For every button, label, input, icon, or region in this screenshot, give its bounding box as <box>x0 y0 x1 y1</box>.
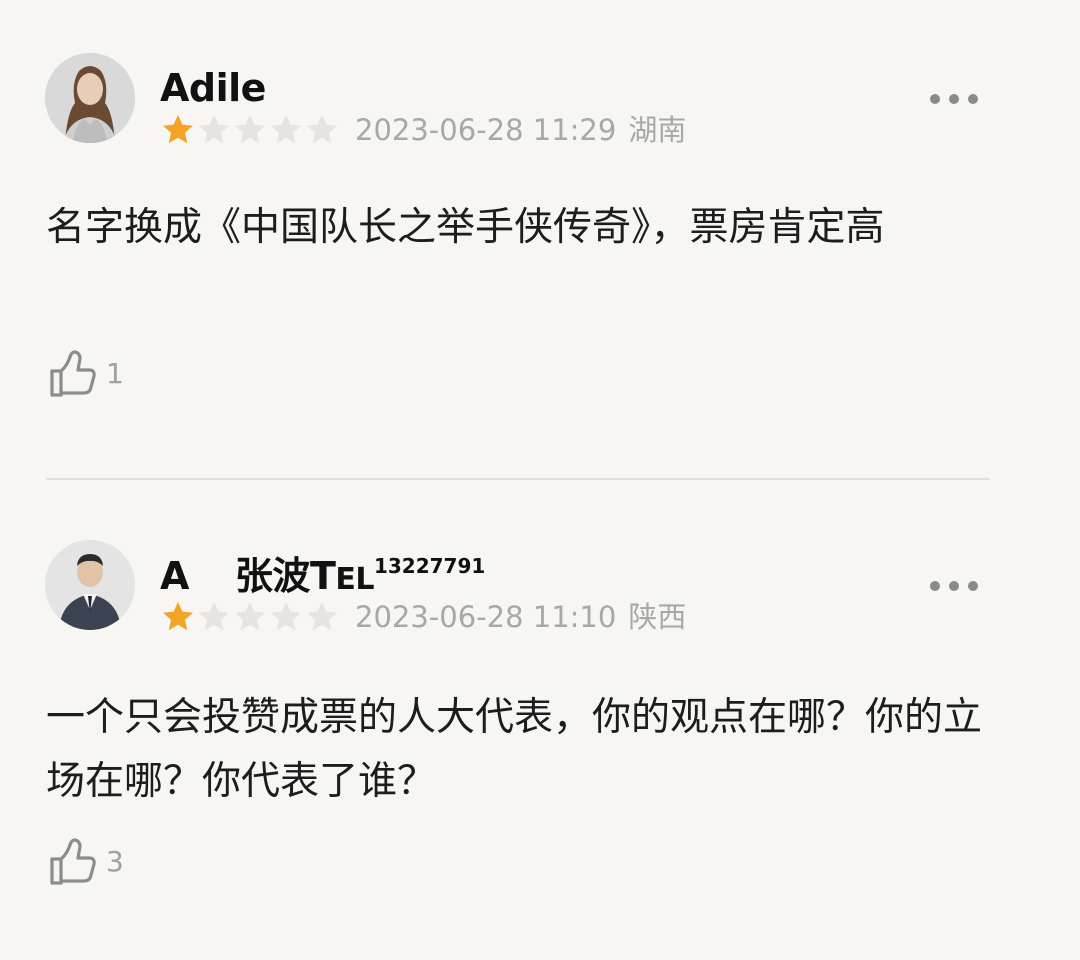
review-content: 名字换成《中国队长之举手侠传奇》，票房肯定高 <box>46 205 885 250</box>
review-content: 一个只会投赞成票的人大代表，你的观点在哪？你的立场在哪？你代表了谁？ <box>46 695 983 804</box>
rating-stars <box>160 112 340 148</box>
thumbs-up-icon <box>46 835 98 887</box>
like-button[interactable]: 3 <box>46 833 124 889</box>
review-date: 2023-06-28 11:29 <box>355 113 617 147</box>
username-part: 张波 <box>234 554 311 598</box>
username-part: T <box>309 554 336 598</box>
review-meta: 2023-06-28 11:10 陕西 <box>355 603 686 632</box>
star-icon <box>307 115 337 144</box>
like-button[interactable]: 1 <box>46 345 124 401</box>
star-icon <box>235 115 265 144</box>
username-part: 13227791 <box>373 554 486 578</box>
more-dots-icon[interactable] <box>930 92 978 106</box>
star-icon <box>163 602 193 631</box>
review-location: 湖南 <box>628 113 687 147</box>
review-meta: 2023-06-28 11:29 湖南 <box>355 116 686 145</box>
star-icon <box>199 602 229 631</box>
review-location: 陕西 <box>628 600 687 634</box>
avatar[interactable] <box>45 53 135 143</box>
star-icon <box>199 115 229 144</box>
review-item: A 张波TEL13227791 2023-06-28 11:10 陕西 一个只会投赞… <box>0 480 1080 960</box>
username[interactable]: A 张波TEL13227791 <box>160 556 485 595</box>
like-count: 3 <box>106 844 124 878</box>
star-icon <box>235 602 265 631</box>
review-item: Adile 2023-06-28 11:29 湖南 名字换成《中国队长之举手侠传奇… <box>0 0 1080 478</box>
username-part: EL <box>335 562 374 597</box>
star-icon <box>307 602 337 631</box>
thumbs-up-icon <box>46 347 98 399</box>
avatar[interactable] <box>45 540 135 630</box>
username[interactable]: Adile <box>160 69 266 107</box>
like-count: 1 <box>106 356 124 390</box>
more-dots-icon[interactable] <box>930 579 978 593</box>
rating-stars <box>160 599 340 635</box>
star-icon <box>163 115 193 144</box>
star-icon <box>271 115 301 144</box>
username-part: A <box>160 554 189 598</box>
review-date: 2023-06-28 11:10 <box>355 600 617 634</box>
star-icon <box>271 602 301 631</box>
